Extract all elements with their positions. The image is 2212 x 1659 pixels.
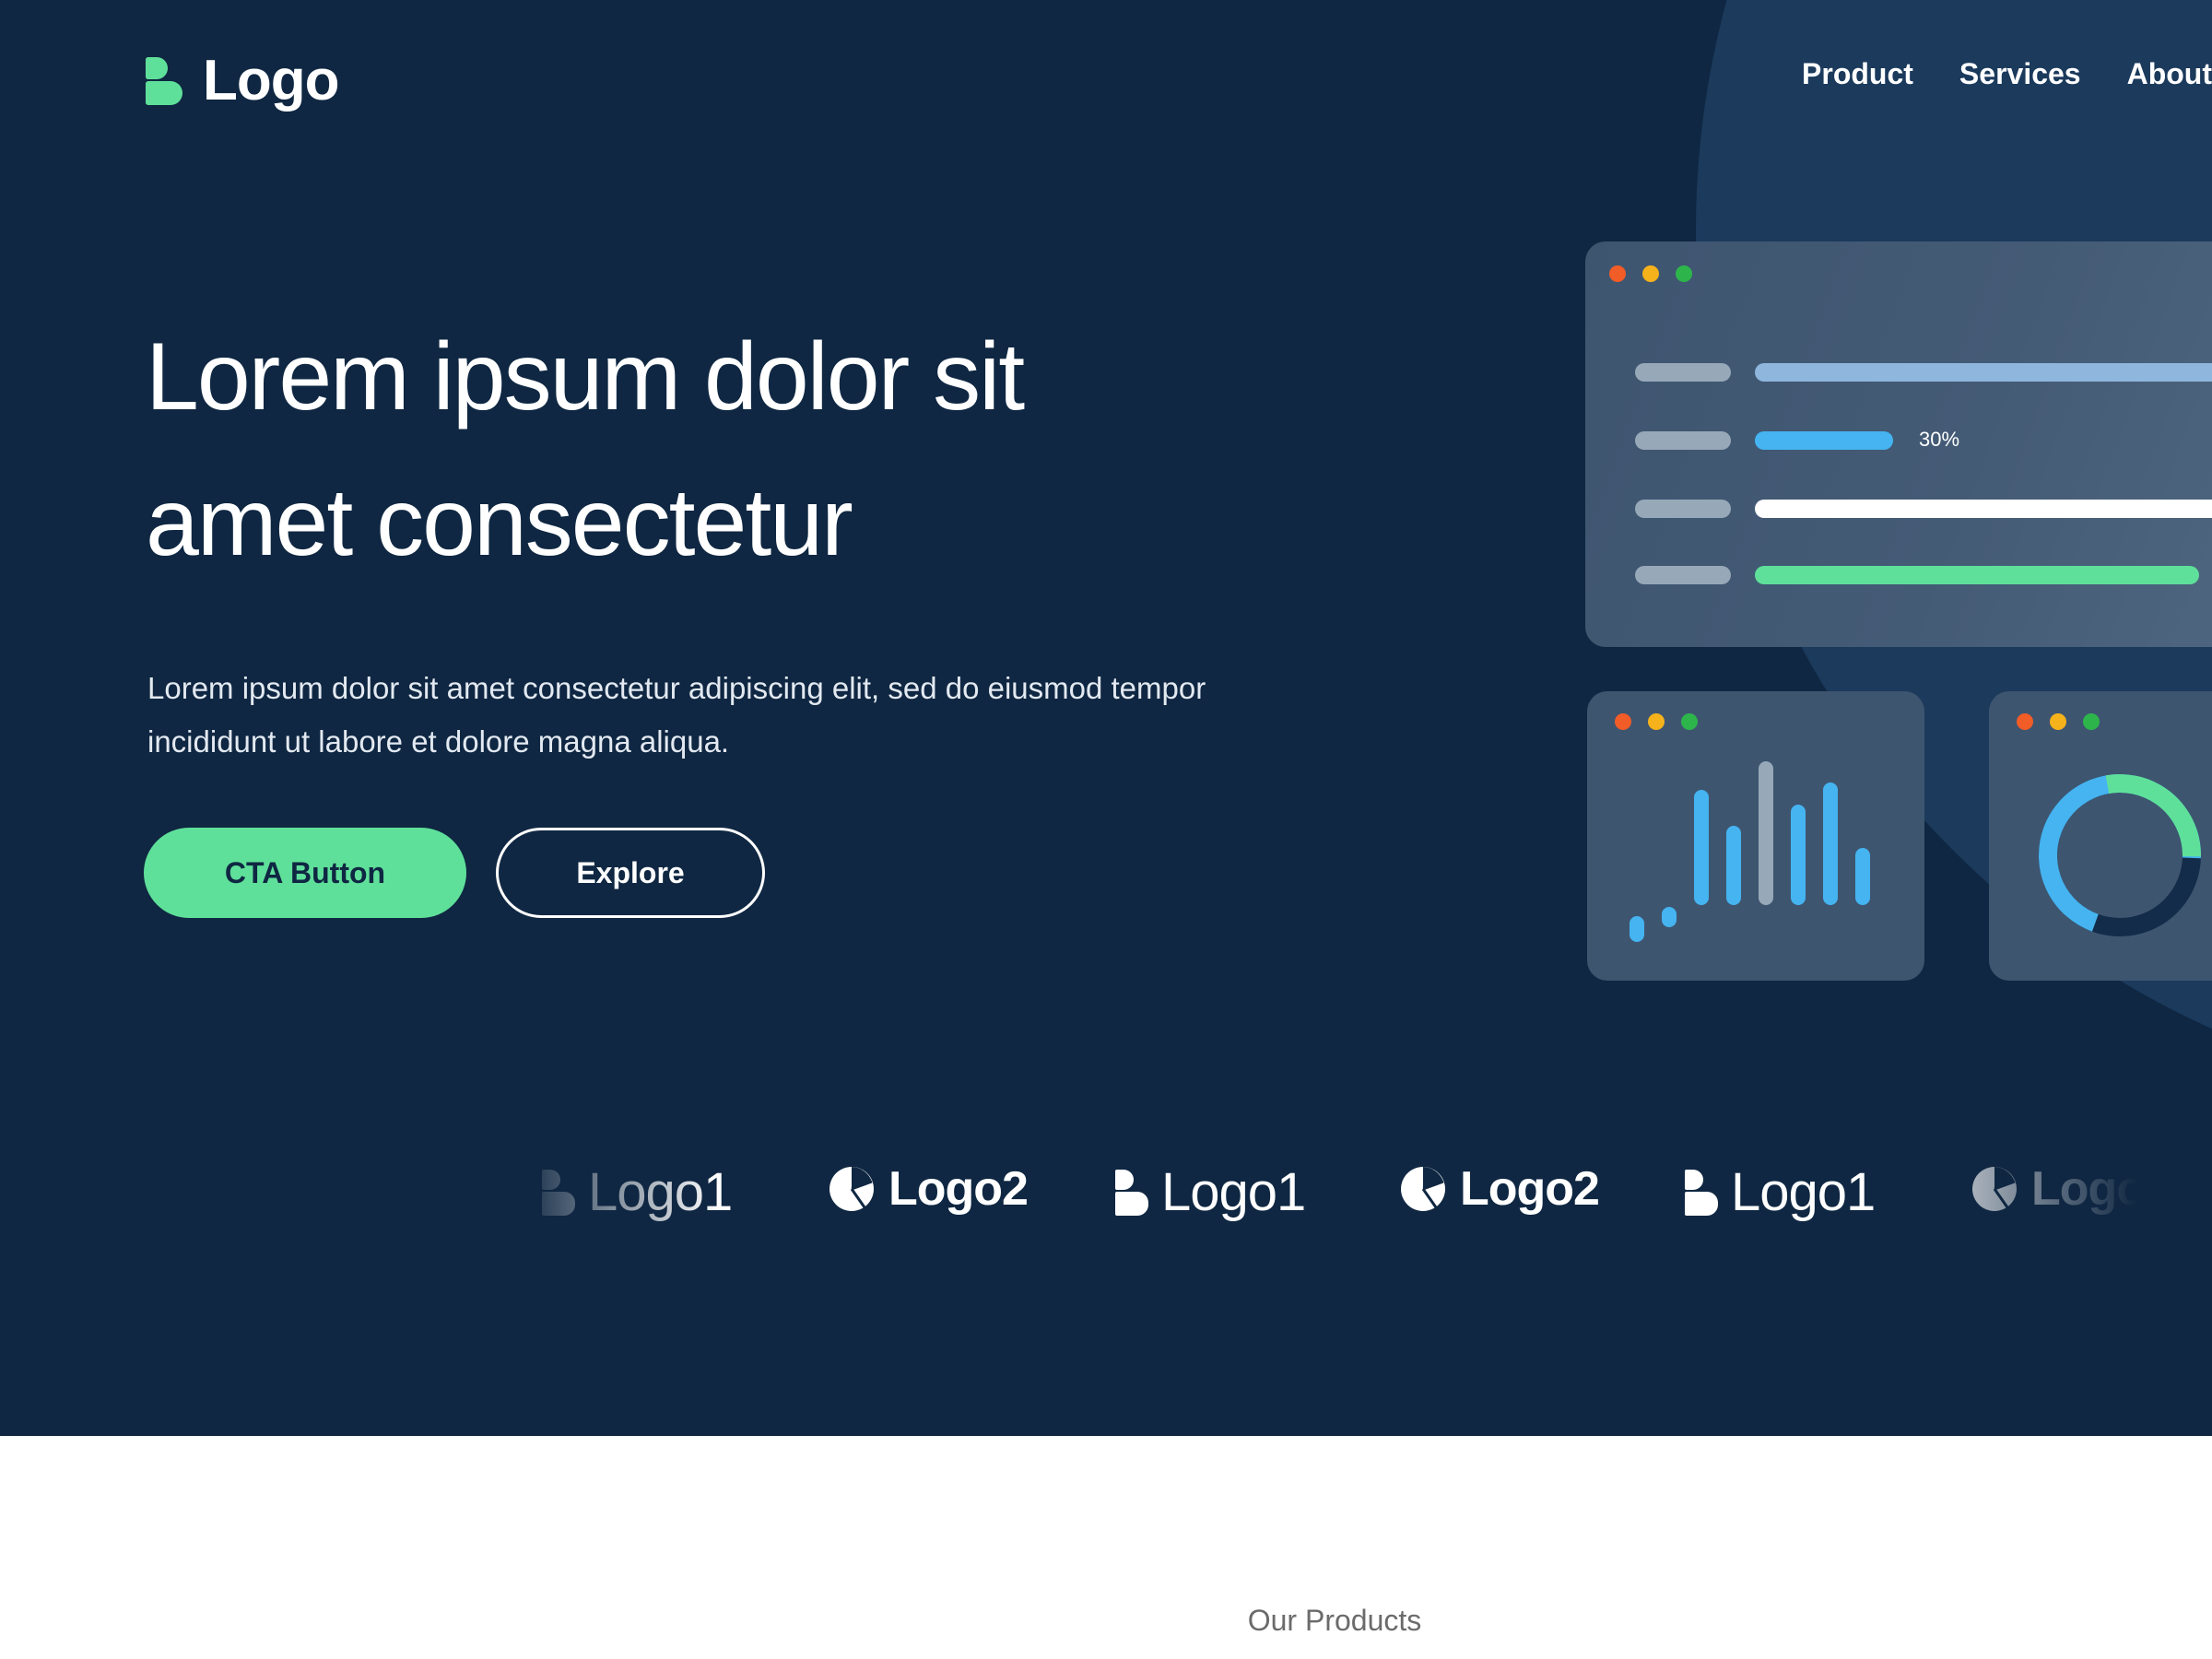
mini-chart-bar bbox=[1726, 826, 1741, 905]
progress-bar-2 bbox=[1755, 431, 1893, 450]
mini-chart-bar bbox=[1662, 907, 1677, 927]
dashboard-card: 30% bbox=[1585, 241, 2212, 647]
mini-chart-bar bbox=[1630, 916, 1644, 942]
mini-chart-bar bbox=[1759, 761, 1773, 905]
row-label-placeholder bbox=[1635, 363, 1731, 382]
partner-logo-text: Logo2 bbox=[888, 1162, 1029, 1216]
progress-percent-label: 30% bbox=[1919, 428, 1960, 451]
window-controls bbox=[1609, 265, 1692, 282]
mini-chart-bar bbox=[1855, 848, 1870, 905]
partner-logo: Logo1 bbox=[542, 1161, 733, 1223]
brand-name: Logo bbox=[203, 49, 339, 112]
close-dot-icon bbox=[1615, 713, 1631, 730]
brand-mark-icon bbox=[146, 56, 184, 105]
explore-button[interactable]: Explore bbox=[496, 828, 765, 918]
logo1-mark-icon bbox=[1685, 1169, 1718, 1216]
partner-logo-text: Logo1 bbox=[1161, 1162, 1306, 1222]
brand-logo[interactable]: Logo bbox=[146, 48, 339, 113]
row-label-placeholder bbox=[1635, 431, 1731, 450]
partner-logo-text: Logo1 bbox=[1731, 1162, 1876, 1222]
hero-subtext: Lorem ipsum dolor sit amet consectetur a… bbox=[147, 671, 1206, 759]
bar-chart-card bbox=[1587, 691, 1924, 981]
nav-services[interactable]: Services bbox=[1959, 57, 2081, 91]
hero-headline: Lorem ipsum dolor sit amet consectetur bbox=[146, 324, 1025, 576]
pie-logo-icon bbox=[1401, 1167, 1445, 1211]
main-nav: Product Services About bbox=[1802, 57, 2212, 91]
minimize-dot-icon bbox=[1648, 713, 1665, 730]
partner-logo: Logo2 bbox=[1399, 1161, 1600, 1217]
maximize-dot-icon bbox=[1676, 265, 1692, 282]
minimize-dot-icon bbox=[1642, 265, 1659, 282]
partner-logo: Logo1 bbox=[1115, 1161, 1306, 1223]
pie-logo-icon bbox=[1972, 1167, 2017, 1211]
partner-logo: Logo2 bbox=[828, 1161, 1029, 1217]
maximize-dot-icon bbox=[1681, 713, 1698, 730]
progress-bar-4 bbox=[1755, 566, 2199, 584]
hero-section: Logo Product Services About Lorem ipsum … bbox=[0, 0, 2212, 1436]
window-controls bbox=[1615, 713, 1698, 730]
progress-bar-1 bbox=[1755, 363, 2212, 382]
nav-about[interactable]: About bbox=[2127, 57, 2212, 91]
section-heading: Our Products bbox=[1247, 1604, 1422, 1637]
partner-logo-text: Logo2 bbox=[2031, 1162, 2138, 1216]
pie-logo-icon bbox=[830, 1167, 874, 1211]
partner-logo-text: Logo1 bbox=[588, 1162, 733, 1222]
row-label-placeholder bbox=[1635, 500, 1731, 518]
mini-chart-bar bbox=[1791, 805, 1806, 905]
nav-product[interactable]: Product bbox=[1802, 57, 1913, 91]
cta-button[interactable]: CTA Button bbox=[144, 828, 466, 918]
partner-logo: Logo1 bbox=[1685, 1161, 1876, 1223]
partner-logos-strip: Logo1 Logo2 Logo1 Logo2 Logo1 Logo bbox=[516, 1123, 2138, 1252]
partner-logo-text: Logo2 bbox=[1460, 1162, 1600, 1216]
logo1-mark-icon bbox=[542, 1169, 575, 1216]
row-label-placeholder bbox=[1635, 566, 1731, 584]
donut-segment-secondary bbox=[2039, 774, 2201, 936]
donut-chart-card bbox=[1989, 691, 2212, 981]
progress-bar-3 bbox=[1755, 500, 2212, 518]
close-dot-icon bbox=[1609, 265, 1626, 282]
partner-logo: Logo2 bbox=[1971, 1161, 2138, 1217]
mini-chart-bar bbox=[1823, 782, 1838, 905]
logo1-mark-icon bbox=[1115, 1169, 1148, 1216]
donut-chart bbox=[2039, 774, 2201, 936]
mini-chart-bar bbox=[1694, 790, 1709, 905]
